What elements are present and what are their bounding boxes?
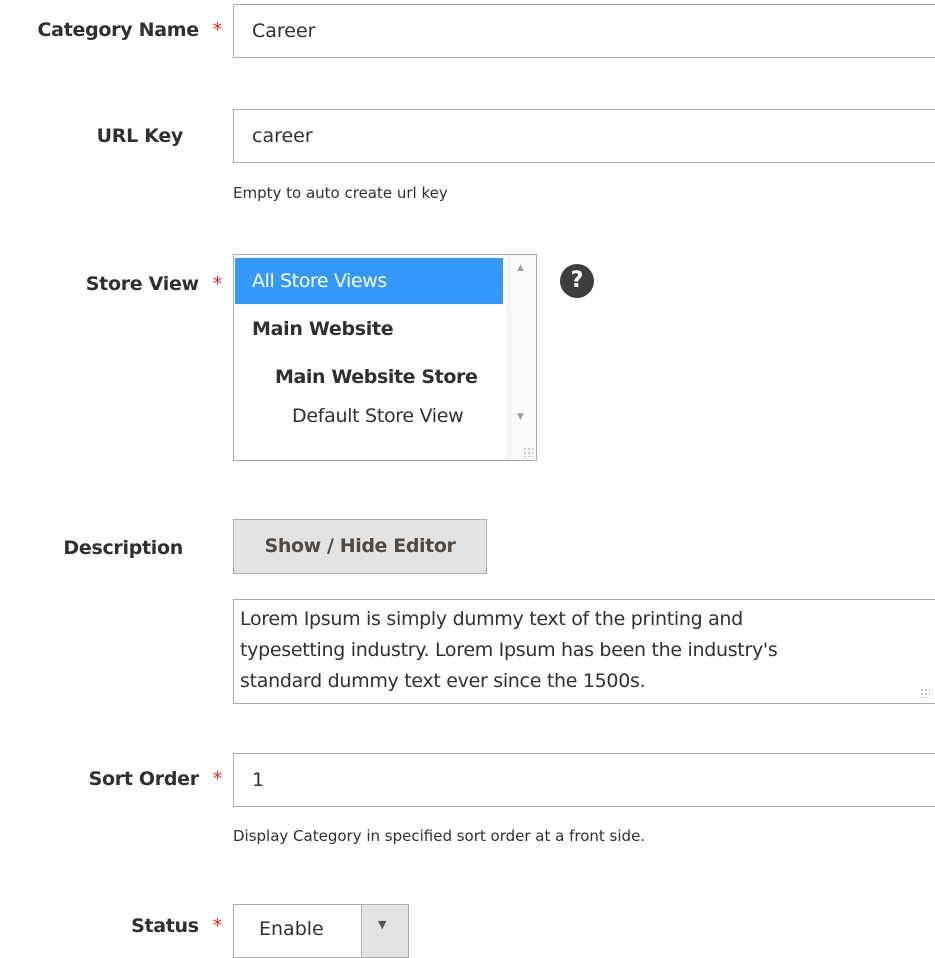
category-name-label: Category Name *: [37, 19, 223, 41]
url-key-input[interactable]: career: [233, 109, 935, 163]
category-name-input[interactable]: Career: [233, 4, 935, 58]
sort-order-note: Display Category in specified sort order…: [233, 827, 646, 845]
show-hide-editor-button[interactable]: Show / Hide Editor: [233, 519, 487, 574]
status-select[interactable]: Enable ▼: [233, 904, 409, 958]
resize-grip-icon[interactable]: [523, 447, 533, 457]
store-view-multiselect[interactable]: All Store Views Main Website Main Websit…: [233, 254, 537, 461]
scroll-down-arrow-icon[interactable]: ▼: [517, 412, 524, 422]
url-key-note: Empty to auto create url key: [233, 184, 448, 202]
scroll-up-arrow-icon[interactable]: ▲: [517, 263, 524, 273]
textarea-resize-grip-icon[interactable]: [920, 688, 930, 698]
question-circle-icon[interactable]: ?: [560, 264, 594, 298]
store-view-label: Store View *: [85, 273, 223, 295]
status-dropdown-toggle[interactable]: ▼: [361, 905, 408, 957]
store-view-option-default[interactable]: Default Store View: [235, 393, 503, 439]
store-view-option-all[interactable]: All Store Views: [235, 258, 503, 304]
sort-order-input[interactable]: 1: [233, 753, 935, 807]
description-label: Description: [63, 537, 183, 559]
status-label: Status *: [131, 915, 223, 937]
url-key-label: URL Key: [96, 125, 184, 147]
status-selected-value: Enable: [259, 918, 324, 940]
multiselect-scrollbar[interactable]: ▲ ▼: [508, 255, 536, 460]
sort-order-label: Sort Order *: [88, 768, 223, 790]
required-asterisk: *: [212, 768, 223, 790]
store-view-option-website[interactable]: Main Website: [235, 306, 503, 352]
required-asterisk: *: [212, 19, 223, 41]
required-asterisk: *: [212, 273, 223, 295]
description-textarea[interactable]: Lorem Ipsum is simply dummy text of the …: [233, 599, 935, 704]
required-asterisk: *: [212, 915, 223, 937]
chevron-down-icon: ▼: [378, 918, 387, 931]
